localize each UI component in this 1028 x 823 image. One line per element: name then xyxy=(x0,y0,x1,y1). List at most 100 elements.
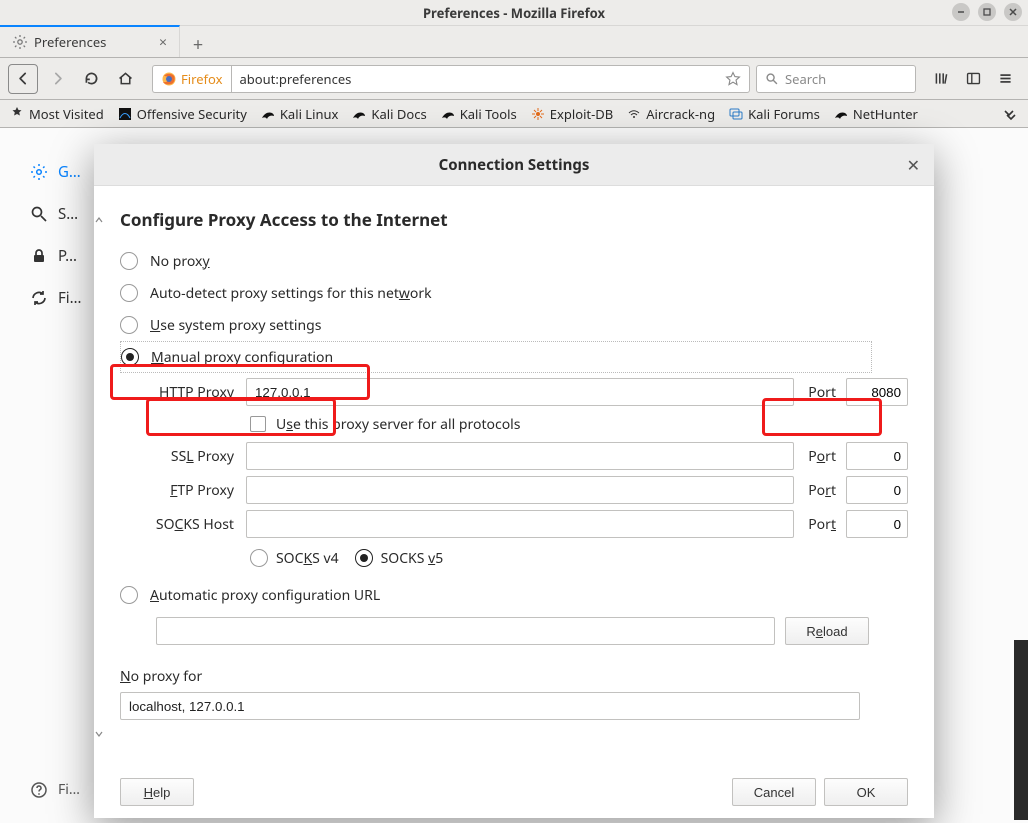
radio-label: No proxy xyxy=(150,252,210,271)
search-icon xyxy=(765,72,779,86)
ftp-port-input[interactable] xyxy=(846,476,908,504)
radio-manual-proxy[interactable]: Manual proxy configuration xyxy=(120,341,872,373)
radio-socks-v4[interactable]: SOCKS v4 xyxy=(250,549,339,568)
nav-toolbar: Firefox about:preferences Search xyxy=(0,58,1028,100)
radio-auto-config-url[interactable]: Automatic proxy configuration URL xyxy=(120,579,908,611)
connection-settings-dialog: Connection Settings ✕ Configure Proxy Ac… xyxy=(94,144,934,818)
tab-close-button[interactable]: × xyxy=(157,33,169,52)
window-maximize-button[interactable] xyxy=(978,3,996,21)
sidebar-item-label: Fi… xyxy=(58,288,82,308)
section-heading: Configure Proxy Access to the Internet xyxy=(120,208,908,231)
library-button[interactable] xyxy=(926,64,956,94)
http-port-input[interactable] xyxy=(846,378,908,406)
sidebar-item-label: G… xyxy=(58,162,81,182)
ssl-port-input[interactable] xyxy=(846,442,908,470)
bookmark-kali-tools[interactable]: Kali Tools xyxy=(441,105,517,123)
radio-label: Use system proxy settings xyxy=(150,316,322,335)
search-field[interactable]: Search xyxy=(756,65,916,93)
menu-button[interactable] xyxy=(990,64,1020,94)
sidebar-button[interactable] xyxy=(958,64,988,94)
http-port-label: Port xyxy=(800,383,840,402)
bookmark-most-visited[interactable]: Most Visited xyxy=(10,105,104,123)
ssl-proxy-input[interactable] xyxy=(246,442,794,470)
kali-icon xyxy=(118,107,132,121)
socks-version-row: SOCKS v4 SOCKS v5 xyxy=(250,541,908,575)
scroll-down-icon[interactable] xyxy=(95,730,103,738)
help-icon xyxy=(30,781,48,799)
ftp-proxy-label: FTP Proxy xyxy=(120,481,240,500)
bookmark-exploit-db[interactable]: Exploit-DB xyxy=(531,105,614,123)
window-close-button[interactable] xyxy=(1004,3,1022,21)
window-title: Preferences - Mozilla Firefox xyxy=(423,4,605,22)
reload-button[interactable]: Reload xyxy=(785,617,869,645)
lock-icon xyxy=(30,247,48,265)
no-proxy-for-label: No proxy for xyxy=(120,667,908,686)
url-text: about:preferences xyxy=(240,70,352,88)
url-field[interactable]: about:preferences xyxy=(231,65,751,93)
scroll-up-icon[interactable] xyxy=(95,216,103,224)
no-proxy-for-input[interactable] xyxy=(120,692,860,720)
sidebar-item-general[interactable]: G… xyxy=(30,162,82,182)
radio-icon xyxy=(120,284,138,302)
bookmark-star-icon[interactable] xyxy=(725,71,741,87)
sidebar-item-support[interactable]: Fi… xyxy=(30,780,80,799)
http-proxy-label: HTTP Proxy xyxy=(120,383,240,402)
radio-label: SOCKS v5 xyxy=(381,549,444,568)
radio-no-proxy[interactable]: No proxy xyxy=(120,245,908,277)
ssl-port-label: Port xyxy=(800,447,840,466)
search-placeholder: Search xyxy=(785,70,826,88)
tab-title: Preferences xyxy=(34,33,106,51)
forward-button[interactable] xyxy=(42,64,72,94)
sidebar-item-label: S… xyxy=(58,204,78,224)
dialog-close-button[interactable]: ✕ xyxy=(907,154,920,176)
new-tab-button[interactable]: + xyxy=(180,33,216,57)
radio-icon xyxy=(355,549,373,567)
bookmark-aircrack[interactable]: Aircrack-ng xyxy=(627,105,715,123)
sidebar-item-account[interactable]: Fi… xyxy=(30,288,82,308)
back-button[interactable] xyxy=(8,64,38,94)
cancel-button[interactable]: Cancel xyxy=(732,778,816,806)
ok-button[interactable]: OK xyxy=(824,778,908,806)
socks-port-label: Port xyxy=(800,515,840,534)
window-minimize-button[interactable] xyxy=(952,3,970,21)
bookmark-kali-docs[interactable]: Kali Docs xyxy=(352,105,426,123)
radio-icon xyxy=(120,316,138,334)
bookmarks-toolbar: Most Visited Offensive Security Kali Lin… xyxy=(0,100,1028,128)
radio-label: Auto-detect proxy settings for this netw… xyxy=(150,284,432,303)
sidebar-item-privacy[interactable]: P… xyxy=(30,246,82,266)
radio-socks-v5[interactable]: SOCKS v5 xyxy=(355,549,444,568)
checkbox-icon xyxy=(250,416,266,432)
use-for-all-row[interactable]: Use this proxy server for all protocols xyxy=(250,409,908,439)
socks-host-input[interactable] xyxy=(246,510,794,538)
auto-config-url-input[interactable] xyxy=(156,617,775,645)
bookmark-kali-linux[interactable]: Kali Linux xyxy=(261,105,339,123)
vertical-scrollbar-thumb[interactable] xyxy=(1014,640,1028,820)
firefox-icon xyxy=(161,71,177,87)
ftp-port-label: Port xyxy=(800,481,840,500)
ftp-proxy-row: FTP Proxy Port xyxy=(120,473,908,507)
http-proxy-row: HTTP Proxy Port xyxy=(120,375,908,409)
bookmark-offensive-security[interactable]: Offensive Security xyxy=(118,105,247,123)
dragon-icon xyxy=(834,107,848,121)
radio-auto-detect[interactable]: Auto-detect proxy settings for this netw… xyxy=(120,277,908,309)
bookmark-kali-forums[interactable]: Kali Forums xyxy=(729,105,820,123)
ftp-proxy-input[interactable] xyxy=(246,476,794,504)
bookmark-nethunter[interactable]: NetHunter xyxy=(834,105,918,123)
gear-icon xyxy=(30,163,48,181)
radio-use-system[interactable]: Use system proxy settings xyxy=(120,309,908,341)
sync-icon xyxy=(30,289,48,307)
socks-port-input[interactable] xyxy=(846,510,908,538)
radio-label: Manual proxy configuration xyxy=(151,348,333,367)
sidebar-item-search[interactable]: S… xyxy=(30,204,82,224)
dialog-header: Connection Settings ✕ xyxy=(94,144,934,186)
http-proxy-input[interactable] xyxy=(246,378,794,406)
tab-preferences[interactable]: Preferences × xyxy=(0,25,180,57)
sidebar-item-label: P… xyxy=(58,246,77,266)
help-button[interactable]: Help xyxy=(120,778,194,806)
bookmarks-overflow[interactable] xyxy=(1002,107,1018,121)
reload-button[interactable] xyxy=(76,64,106,94)
urlbar-brand-label: Firefox xyxy=(181,70,223,88)
home-button[interactable] xyxy=(110,64,140,94)
urlbar-identity[interactable]: Firefox xyxy=(152,65,231,93)
dragon-icon xyxy=(261,107,275,121)
